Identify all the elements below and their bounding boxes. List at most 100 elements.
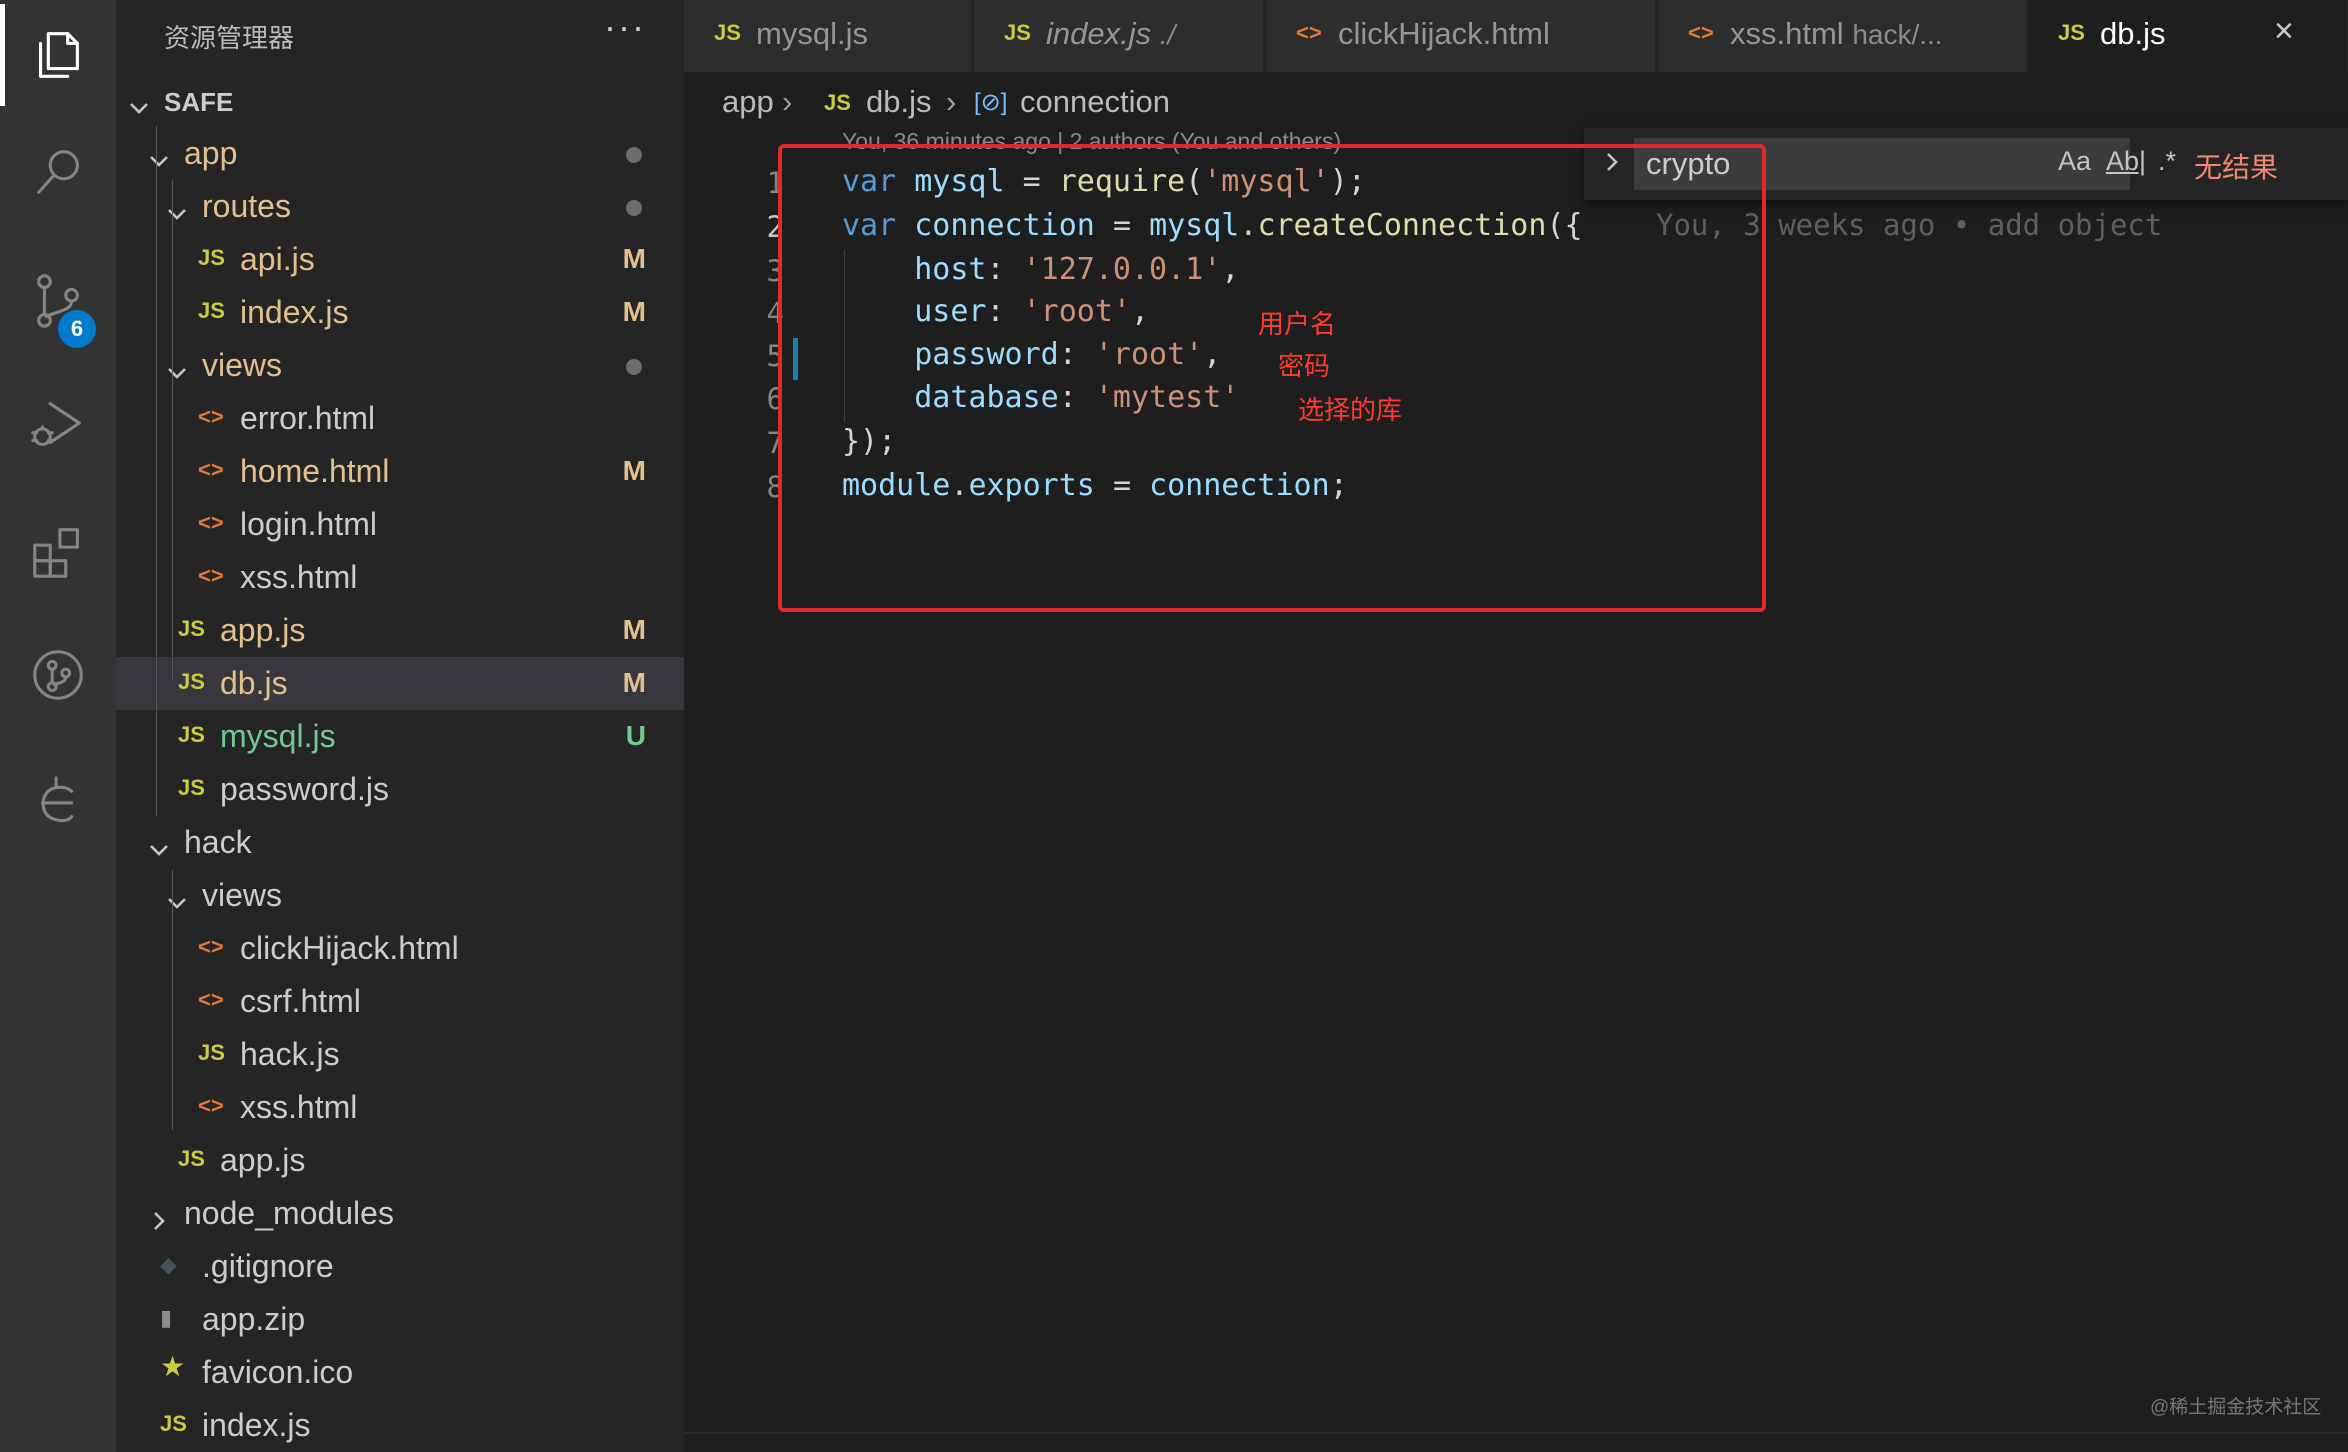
js-file-icon: JS bbox=[2058, 20, 2085, 45]
activity-explorer[interactable] bbox=[0, 0, 116, 110]
breadcrumb-symbol[interactable]: connection bbox=[1020, 84, 1170, 120]
extensions-icon bbox=[33, 528, 79, 578]
breadcrumb: app › JS db.js › [⊘] connection bbox=[684, 80, 2348, 126]
indent-guide bbox=[156, 126, 157, 816]
html-file-icon: <> bbox=[198, 1093, 224, 1118]
tree-item[interactable]: JS db.js M bbox=[116, 657, 684, 710]
tree-item[interactable]: routes bbox=[116, 180, 684, 233]
highlight-box bbox=[778, 144, 1766, 612]
editor-tabs: JS mysql.js JS index.js ./ <> clickHijack.htm… bbox=[684, 0, 2348, 72]
tree-item[interactable]: ◆ .gitignore bbox=[116, 1240, 684, 1293]
editor-tab[interactable]: JS mysql.js bbox=[684, 0, 972, 72]
activity-search[interactable] bbox=[0, 118, 116, 228]
explorer-header: 资源管理器 ··· bbox=[116, 0, 684, 68]
line-number: 7 bbox=[766, 426, 784, 460]
match-case-toggle[interactable]: Aa bbox=[2058, 146, 2091, 177]
workspace-root[interactable]: SAFE bbox=[116, 74, 684, 127]
html-file-icon: <> bbox=[198, 510, 224, 535]
tree-item[interactable]: views bbox=[116, 339, 684, 392]
tree-item[interactable]: app bbox=[116, 127, 684, 180]
tree-item[interactable]: JS app.js M bbox=[116, 604, 684, 657]
js-file-icon: JS bbox=[178, 722, 205, 747]
tree-item[interactable]: <> xss.html bbox=[116, 1081, 684, 1134]
tree-item[interactable]: JS mysql.js U bbox=[116, 710, 684, 763]
html-file-icon: <> bbox=[1296, 20, 1322, 45]
git-status-decoration: M bbox=[622, 667, 646, 698]
editor-tab[interactable]: JS index.js ./ bbox=[974, 0, 1264, 72]
tree-item-label: routes bbox=[202, 188, 291, 224]
activity-run-debug[interactable] bbox=[0, 370, 116, 480]
tree-item[interactable]: views bbox=[116, 869, 684, 922]
html-file-icon: <> bbox=[1688, 20, 1714, 45]
tree-item[interactable]: ▮ app.zip bbox=[116, 1293, 684, 1346]
js-file-icon: JS bbox=[198, 1040, 225, 1065]
tree-item-label: api.js bbox=[240, 241, 315, 277]
tree-item-label: hack.js bbox=[240, 1036, 340, 1072]
run-debug-icon bbox=[31, 402, 81, 446]
line-number: 3 bbox=[766, 254, 784, 288]
tree-item[interactable]: JS password.js bbox=[116, 763, 684, 816]
tree-item[interactable]: <> error.html bbox=[116, 392, 684, 445]
tree-item[interactable]: hack bbox=[116, 816, 684, 869]
git-graph-icon bbox=[33, 650, 83, 700]
horizontal-scrollbar[interactable] bbox=[684, 1432, 2348, 1452]
tree-item[interactable]: JS index.js bbox=[116, 1399, 684, 1452]
js-file-icon: JS bbox=[198, 245, 225, 270]
chevron-down-icon bbox=[166, 196, 188, 220]
tab-label: xss.html hack/... bbox=[1730, 16, 1943, 52]
activity-source-control[interactable]: 6 bbox=[0, 246, 116, 356]
tree-item-label: xss.html bbox=[240, 1089, 358, 1125]
html-file-icon: <> bbox=[198, 934, 224, 959]
find-result-count: 无结果 bbox=[2194, 152, 2279, 183]
line-number: 2 bbox=[766, 210, 784, 244]
activity-extensions[interactable] bbox=[0, 496, 116, 606]
editor-tab[interactable]: JS db.js × bbox=[2028, 0, 2348, 72]
js-file-icon: JS bbox=[178, 616, 205, 641]
tree-item[interactable]: <> csrf.html bbox=[116, 975, 684, 1028]
tab-filename: index.js bbox=[1046, 16, 1152, 51]
tree-item[interactable]: <> clickHijack.html bbox=[116, 922, 684, 975]
js-file-icon: JS bbox=[714, 20, 741, 45]
chevron-down-icon bbox=[148, 832, 170, 856]
tree-item[interactable]: JS app.js bbox=[116, 1134, 684, 1187]
activity-git-graph[interactable] bbox=[0, 620, 116, 730]
breadcrumb-file[interactable]: db.js bbox=[866, 84, 931, 120]
git-status-decoration: M bbox=[622, 243, 646, 274]
tree-item[interactable]: JS index.js M bbox=[116, 286, 684, 339]
modified-dot-icon bbox=[626, 200, 642, 216]
tab-description: ./ bbox=[1159, 19, 1176, 50]
editor-tab[interactable]: <> clickHijack.html bbox=[1266, 0, 1656, 72]
tree-item[interactable]: <> xss.html bbox=[116, 551, 684, 604]
git-file-icon: ◆ bbox=[160, 1252, 177, 1277]
gitlens-icon bbox=[40, 776, 74, 823]
breadcrumb-separator: › bbox=[946, 84, 957, 119]
tree-item-label: index.js bbox=[240, 294, 349, 330]
tree-item[interactable]: node_modules bbox=[116, 1187, 684, 1240]
js-file-icon: JS bbox=[198, 298, 225, 323]
git-status-decoration: M bbox=[622, 455, 646, 486]
tree-item[interactable]: JS hack.js bbox=[116, 1028, 684, 1081]
editor-tab[interactable]: <> xss.html hack/... bbox=[1658, 0, 2026, 72]
tree-item[interactable]: <> home.html M bbox=[116, 445, 684, 498]
close-icon[interactable]: × bbox=[2274, 12, 2294, 51]
tree-item-label: db.js bbox=[220, 665, 288, 701]
tree-item[interactable]: <> login.html bbox=[116, 498, 684, 551]
tree-item[interactable]: JS api.js M bbox=[116, 233, 684, 286]
tree-item[interactable]: ★ favicon.ico bbox=[116, 1346, 684, 1399]
tree-item-label: mysql.js bbox=[220, 718, 336, 754]
tree-item-label: app.js bbox=[220, 1142, 306, 1178]
breadcrumb-folder[interactable]: app bbox=[722, 84, 774, 120]
tree-item-label: xss.html bbox=[240, 559, 358, 595]
git-status-decoration: U bbox=[625, 720, 646, 751]
html-file-icon: <> bbox=[198, 563, 224, 588]
tree-item-label: clickHijack.html bbox=[240, 930, 459, 966]
more-actions-icon[interactable]: ··· bbox=[604, 6, 646, 48]
favicon-file-icon: ★ bbox=[160, 1351, 186, 1382]
line-number: 8 bbox=[766, 470, 784, 504]
git-status-decoration: M bbox=[622, 614, 646, 645]
activity-gitlens[interactable] bbox=[0, 746, 116, 856]
tab-label: db.js bbox=[2100, 16, 2165, 52]
whole-word-toggle[interactable]: Ab| bbox=[2106, 146, 2146, 177]
line-number: 4 bbox=[766, 296, 784, 330]
regex-toggle[interactable]: .* bbox=[2158, 146, 2176, 177]
